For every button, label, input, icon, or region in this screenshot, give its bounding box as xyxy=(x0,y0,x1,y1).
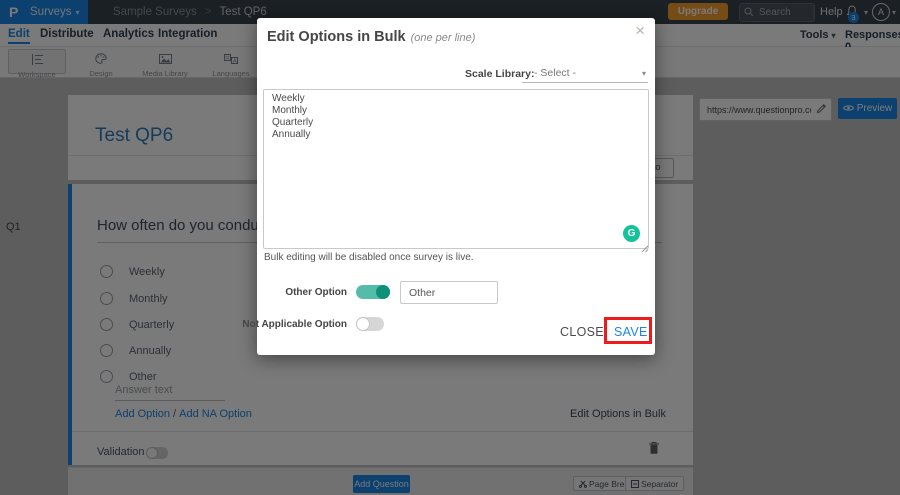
toggle-knob xyxy=(376,285,390,299)
not-applicable-toggle[interactable] xyxy=(356,317,384,331)
dialog-title: Edit Options in Bulk (one per line) xyxy=(267,29,475,45)
bulk-options-textarea[interactable]: Weekly Monthly Quarterly Annually xyxy=(263,89,649,249)
scale-library-value: - Select - xyxy=(534,67,577,79)
bulk-edit-note: Bulk editing will be disabled once surve… xyxy=(264,252,474,263)
scale-library-select[interactable]: - Select - ▾ xyxy=(522,64,648,83)
not-applicable-option-label: Not Applicable Option xyxy=(242,319,347,330)
resize-handle[interactable] xyxy=(641,240,649,258)
close-button[interactable]: CLOSE xyxy=(560,325,604,339)
other-option-label: Other Option xyxy=(285,287,347,298)
dialog-subtitle: (one per line) xyxy=(410,32,476,44)
other-option-input[interactable] xyxy=(400,281,498,304)
other-option-toggle[interactable] xyxy=(356,285,390,299)
save-highlight-annotation xyxy=(604,317,652,344)
toggle-knob xyxy=(356,317,370,331)
grammarly-icon[interactable]: G xyxy=(623,225,640,242)
close-icon[interactable]: × xyxy=(635,22,645,39)
edit-options-in-bulk-dialog: Edit Options in Bulk (one per line) × Sca… xyxy=(242,18,655,355)
dialog-title-text: Edit Options in Bulk xyxy=(267,29,406,45)
chevron-down-icon: ▾ xyxy=(641,69,646,78)
